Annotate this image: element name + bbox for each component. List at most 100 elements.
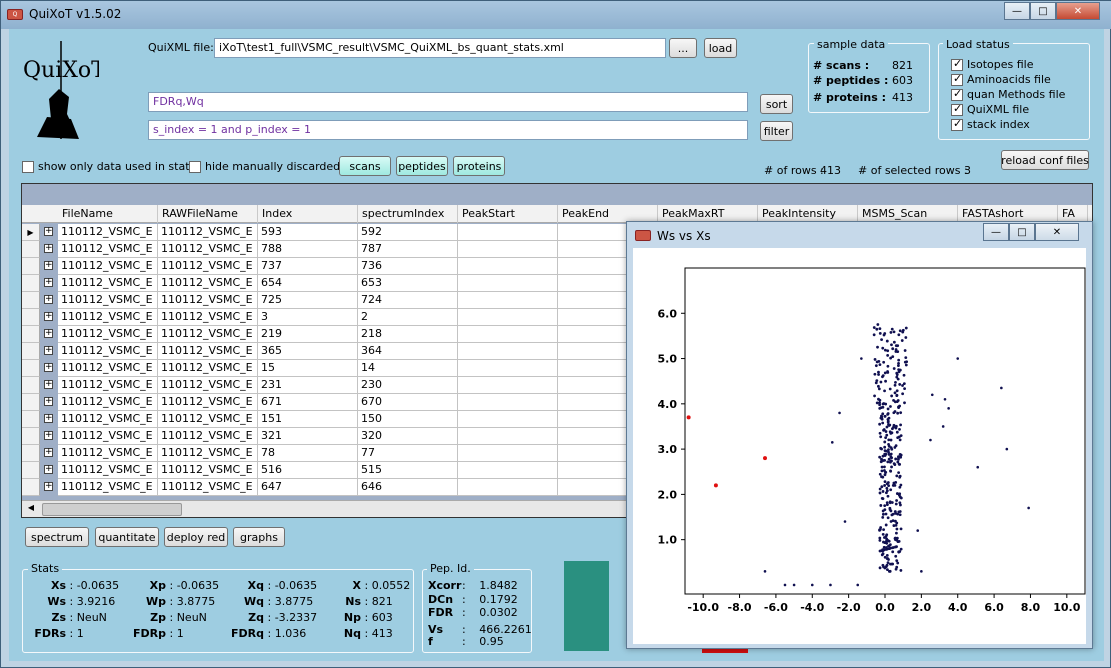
load-status-checkbox[interactable] bbox=[951, 117, 963, 131]
show-only-checkbox[interactable] bbox=[22, 161, 34, 173]
table-cell[interactable]: 78 bbox=[258, 445, 358, 462]
table-cell[interactable]: 110112_VSMC_E bbox=[158, 241, 258, 258]
table-cell[interactable]: 231 bbox=[258, 377, 358, 394]
table-cell[interactable]: 737 bbox=[258, 258, 358, 275]
table-cell[interactable]: 653 bbox=[358, 275, 458, 292]
minimize-button[interactable]: — bbox=[1004, 2, 1030, 20]
table-cell[interactable]: 110112_VSMC_E bbox=[58, 292, 158, 309]
expand-icon[interactable]: + bbox=[44, 482, 53, 491]
plot-close-button[interactable]: ✕ bbox=[1035, 223, 1079, 241]
scans-view-button[interactable]: scans bbox=[339, 156, 391, 176]
table-cell[interactable]: 592 bbox=[358, 224, 458, 241]
row-header[interactable]: ▶ bbox=[22, 224, 40, 241]
table-cell[interactable]: 110112_VSMC_E bbox=[58, 224, 158, 241]
table-cell[interactable]: 110112_VSMC_E bbox=[158, 445, 258, 462]
expand-icon[interactable]: + bbox=[44, 346, 53, 355]
table-cell[interactable]: 671 bbox=[258, 394, 358, 411]
sort-input[interactable]: FDRq,Wq bbox=[148, 92, 748, 112]
table-cell[interactable]: 219 bbox=[258, 326, 358, 343]
table-cell[interactable]: 364 bbox=[358, 343, 458, 360]
table-cell[interactable]: 110112_VSMC_E bbox=[58, 258, 158, 275]
table-cell[interactable]: 515 bbox=[358, 462, 458, 479]
plot-window[interactable]: Ws vs Xs — □ ✕ -10.0 -8.0 -6.0 -4.0 -2.0 0.0 2… bbox=[626, 221, 1093, 649]
table-cell[interactable] bbox=[458, 343, 558, 360]
table-cell[interactable]: 110112_VSMC_E bbox=[58, 377, 158, 394]
table-cell[interactable] bbox=[458, 462, 558, 479]
table-cell[interactable]: 110112_VSMC_E bbox=[158, 462, 258, 479]
expand-icon[interactable]: + bbox=[44, 244, 53, 253]
table-cell[interactable] bbox=[458, 479, 558, 496]
table-cell[interactable] bbox=[458, 241, 558, 258]
table-cell[interactable]: 654 bbox=[258, 275, 358, 292]
row-header[interactable] bbox=[22, 394, 40, 411]
reload-conf-button[interactable]: reload conf files bbox=[1001, 150, 1089, 170]
expand-icon[interactable]: + bbox=[44, 397, 53, 406]
table-cell[interactable] bbox=[458, 275, 558, 292]
table-cell[interactable]: 724 bbox=[358, 292, 458, 309]
table-cell[interactable]: 14 bbox=[358, 360, 458, 377]
plot-maximize-button[interactable]: □ bbox=[1009, 223, 1035, 241]
table-cell[interactable]: 151 bbox=[258, 411, 358, 428]
table-cell[interactable]: 77 bbox=[358, 445, 458, 462]
graphs-button[interactable]: graphs bbox=[233, 527, 285, 547]
spectrum-button[interactable]: spectrum bbox=[25, 527, 89, 547]
table-cell[interactable] bbox=[458, 445, 558, 462]
table-cell[interactable]: 110112_VSMC_E bbox=[158, 275, 258, 292]
table-cell[interactable]: 110112_VSMC_E bbox=[58, 428, 158, 445]
row-header[interactable] bbox=[22, 258, 40, 275]
table-cell[interactable]: 110112_VSMC_E bbox=[58, 326, 158, 343]
table-cell[interactable]: 321 bbox=[258, 428, 358, 445]
expand-icon[interactable]: + bbox=[44, 465, 53, 474]
table-cell[interactable]: 110112_VSMC_E bbox=[158, 326, 258, 343]
table-cell[interactable] bbox=[458, 326, 558, 343]
filter-input[interactable]: s_index = 1 and p_index = 1 bbox=[148, 120, 748, 140]
table-cell[interactable] bbox=[458, 428, 558, 445]
expand-icon[interactable]: + bbox=[44, 295, 53, 304]
table-cell[interactable]: 787 bbox=[358, 241, 458, 258]
table-cell[interactable]: 230 bbox=[358, 377, 458, 394]
table-cell[interactable] bbox=[458, 258, 558, 275]
table-cell[interactable]: 110112_VSMC_E bbox=[58, 309, 158, 326]
quantitate-button[interactable]: quantitate bbox=[95, 527, 159, 547]
expand-icon[interactable]: + bbox=[44, 363, 53, 372]
table-cell[interactable]: 593 bbox=[258, 224, 358, 241]
table-cell[interactable] bbox=[458, 411, 558, 428]
row-header[interactable] bbox=[22, 479, 40, 496]
table-cell[interactable]: 110112_VSMC_E bbox=[158, 292, 258, 309]
expand-icon[interactable]: + bbox=[44, 261, 53, 270]
table-cell[interactable] bbox=[458, 292, 558, 309]
table-cell[interactable]: 788 bbox=[258, 241, 358, 258]
filter-button[interactable]: filter bbox=[760, 121, 793, 141]
expand-icon[interactable]: + bbox=[44, 312, 53, 321]
table-cell[interactable]: 2 bbox=[358, 309, 458, 326]
table-cell[interactable]: 110112_VSMC_E bbox=[158, 479, 258, 496]
show-only-option[interactable]: show only data used in stats bbox=[22, 160, 195, 173]
load-status-checkbox[interactable] bbox=[951, 57, 963, 71]
row-header[interactable] bbox=[22, 309, 40, 326]
table-cell[interactable]: 110112_VSMC_E bbox=[158, 394, 258, 411]
table-cell[interactable]: 15 bbox=[258, 360, 358, 377]
table-cell[interactable]: 110112_VSMC_E bbox=[58, 479, 158, 496]
table-cell[interactable]: 110112_VSMC_E bbox=[58, 462, 158, 479]
table-cell[interactable]: 110112_VSMC_E bbox=[158, 377, 258, 394]
column-header[interactable]: spectrumIndex bbox=[358, 205, 458, 223]
table-cell[interactable]: 110112_VSMC_E bbox=[58, 445, 158, 462]
table-cell[interactable]: 516 bbox=[258, 462, 358, 479]
table-cell[interactable]: 647 bbox=[258, 479, 358, 496]
column-header[interactable]: PeakStart bbox=[458, 205, 558, 223]
table-cell[interactable] bbox=[458, 394, 558, 411]
table-cell[interactable] bbox=[458, 377, 558, 394]
quixml-path-input[interactable]: iXoT\test1_full\VSMC_result\VSMC_QuiXML_… bbox=[214, 38, 666, 58]
expand-icon[interactable]: + bbox=[44, 278, 53, 287]
table-cell[interactable]: 110112_VSMC_E bbox=[58, 343, 158, 360]
table-cell[interactable]: 110112_VSMC_E bbox=[158, 428, 258, 445]
column-header[interactable]: FileName bbox=[58, 205, 158, 223]
load-status-checkbox[interactable] bbox=[951, 102, 963, 116]
maximize-button[interactable]: □ bbox=[1030, 2, 1056, 20]
row-header[interactable] bbox=[22, 377, 40, 394]
column-header[interactable]: Index bbox=[258, 205, 358, 223]
scroll-thumb[interactable] bbox=[42, 503, 182, 516]
table-cell[interactable]: 110112_VSMC_E bbox=[58, 394, 158, 411]
load-status-checkbox[interactable] bbox=[951, 72, 963, 86]
deploy-red-button[interactable]: deploy red bbox=[164, 527, 228, 547]
